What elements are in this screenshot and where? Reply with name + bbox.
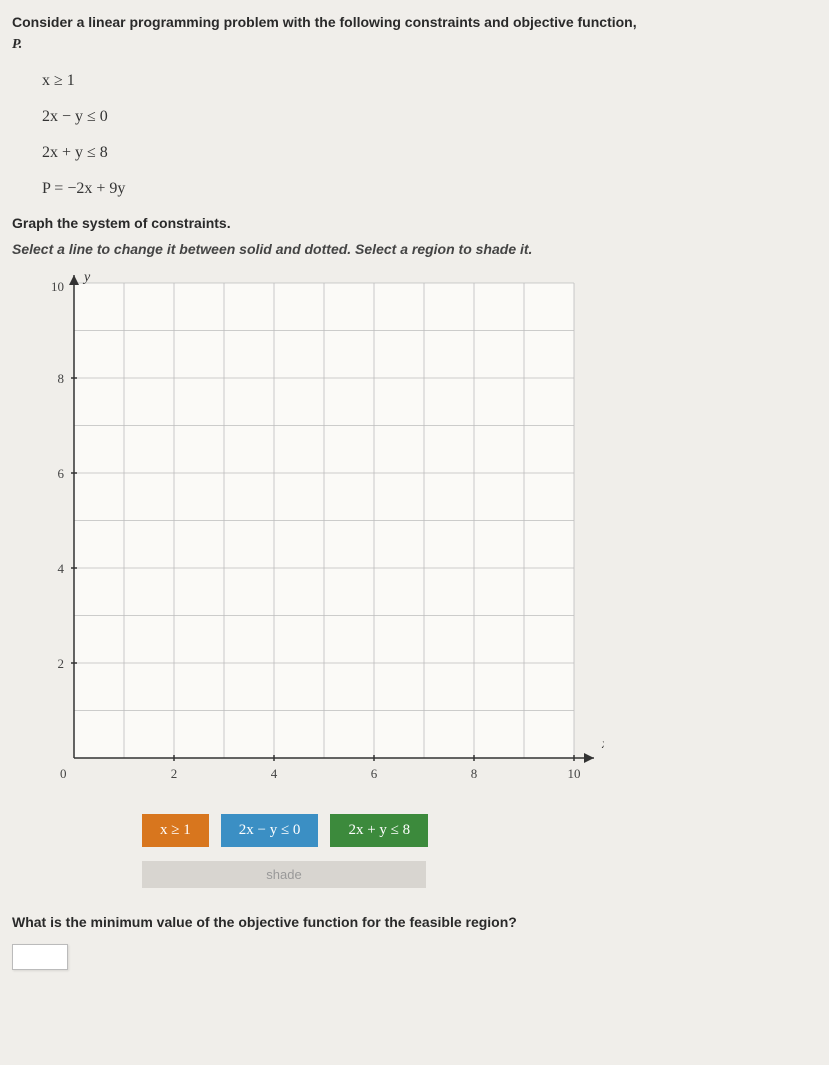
coordinate-grid[interactable]: 2 4 6 8 10 2 4 6 8 10 0 x y (24, 273, 604, 793)
constraint-buttons: x ≥ 1 2x − y ≤ 0 2x + y ≤ 8 (142, 814, 817, 847)
xtick-6: 6 (371, 766, 378, 781)
constraint-button-3[interactable]: 2x + y ≤ 8 (330, 814, 428, 847)
final-question: What is the minimum value of the objecti… (12, 914, 817, 930)
graph-area[interactable]: 2 4 6 8 10 2 4 6 8 10 0 x y (24, 273, 817, 796)
intro-text: Consider a linear programming problem wi… (12, 14, 637, 30)
constraint-button-1[interactable]: x ≥ 1 (142, 814, 209, 847)
constraints-block: x ≥ 1 2x − y ≤ 0 2x + y ≤ 8 P = −2x + 9y (42, 69, 817, 201)
ytick-6: 6 (58, 466, 65, 481)
constraint-button-2[interactable]: 2x − y ≤ 0 (221, 814, 319, 847)
select-instruction: Select a line to change it between solid… (12, 241, 817, 257)
graph-instruction: Graph the system of constraints. (12, 215, 817, 231)
constraint-2: 2x − y ≤ 0 (42, 105, 817, 129)
xtick-2: 2 (171, 766, 178, 781)
ytick-10: 10 (51, 279, 64, 294)
constraint-3: 2x + y ≤ 8 (42, 141, 817, 165)
xtick-10: 10 (568, 766, 581, 781)
constraint-1: x ≥ 1 (42, 69, 817, 93)
x-axis-label: x (601, 737, 604, 752)
objective-function: P = −2x + 9y (42, 177, 817, 201)
ytick-2: 2 (58, 656, 65, 671)
shade-button[interactable]: shade (142, 861, 426, 888)
y-axis-label: y (82, 273, 91, 285)
ytick-4: 4 (58, 561, 65, 576)
ytick-8: 8 (58, 371, 65, 386)
problem-intro: Consider a linear programming problem wi… (12, 12, 817, 55)
origin-label: 0 (60, 766, 67, 781)
xtick-4: 4 (271, 766, 278, 781)
answer-input[interactable] (12, 944, 68, 970)
intro-var: P. (12, 37, 22, 52)
xtick-8: 8 (471, 766, 478, 781)
